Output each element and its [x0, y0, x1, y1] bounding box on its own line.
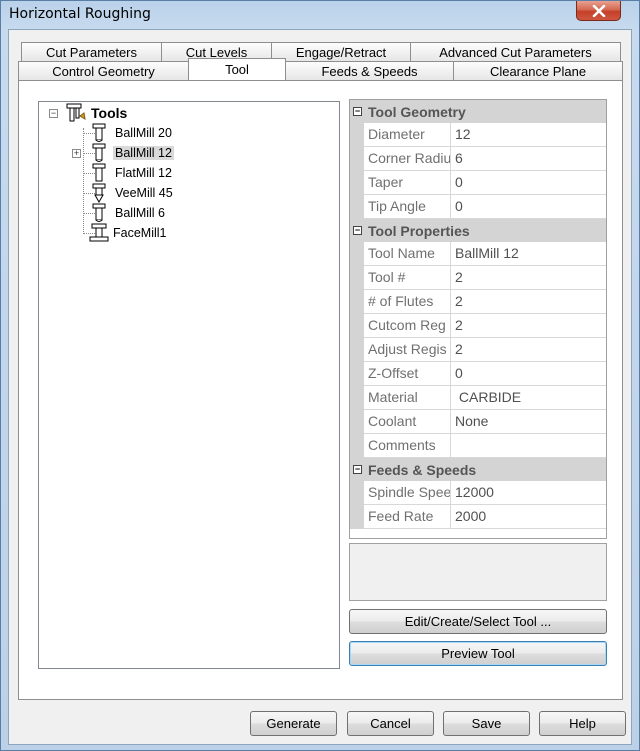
collapse-icon[interactable]: −	[49, 109, 58, 118]
save-button[interactable]: Save	[443, 711, 530, 736]
tree-item-label: FlatMill 12	[115, 166, 172, 180]
tool-tree[interactable]: − Tools BallMill 20 + BallMill 12 FlatMi…	[38, 101, 340, 669]
property-row[interactable]: Taper 0	[350, 171, 606, 195]
vee-mill-icon	[92, 183, 106, 203]
property-row[interactable]: Tip Angle 0	[350, 195, 606, 219]
property-row[interactable]: Spindle Speed 12000	[350, 481, 606, 505]
edit-create-select-tool-button[interactable]: Edit/Create/Select Tool ...	[349, 609, 607, 634]
property-grid[interactable]: − Tool Geometry Diameter 12 Corner Radius…	[349, 99, 607, 539]
tree-root-label: Tools	[91, 105, 128, 121]
property-row[interactable]: Tool #2	[350, 266, 606, 290]
category-tool-properties[interactable]: − Tool Properties	[350, 219, 606, 242]
tab-feeds-speeds[interactable]: Feeds & Speeds	[285, 61, 454, 80]
property-row[interactable]: Feed Rate 2000	[350, 505, 606, 529]
tree-item-label: FaceMill1	[113, 226, 167, 240]
tree-item-facemill1[interactable]: FaceMill1	[89, 223, 169, 243]
tree-item-ballmill-20[interactable]: BallMill 20	[91, 123, 174, 143]
close-button[interactable]	[576, 1, 621, 21]
tab-engage-retract[interactable]: Engage/Retract	[271, 42, 411, 61]
ball-mill-icon	[92, 123, 106, 142]
property-row[interactable]: Coolant None	[350, 410, 606, 434]
category-tool-geometry[interactable]: − Tool Geometry	[350, 100, 606, 123]
tree-item-ballmill-12[interactable]: BallMill 12	[91, 143, 174, 163]
property-row[interactable]: Diameter 12	[350, 123, 606, 147]
tree-root-tools[interactable]: Tools	[65, 103, 127, 123]
property-row[interactable]: Cutcom Reg 2	[350, 314, 606, 338]
tree-item-label: BallMill 20	[115, 126, 172, 140]
flat-mill-icon	[92, 163, 106, 182]
collapse-icon[interactable]: −	[353, 465, 362, 474]
property-row[interactable]: Adjust Regis 2	[350, 338, 606, 362]
property-row[interactable]: Material CARBIDE	[350, 386, 606, 410]
help-button[interactable]: Help	[539, 711, 626, 736]
ball-mill-icon	[92, 203, 106, 222]
window-title: Horizontal Roughing	[9, 6, 151, 22]
category-feeds-speeds[interactable]: − Feeds & Speeds	[350, 458, 606, 481]
close-icon	[592, 4, 605, 17]
collapse-icon[interactable]: −	[353, 226, 362, 235]
face-mill-icon	[89, 223, 109, 242]
tab-advanced-cut-parameters[interactable]: Advanced Cut Parameters	[410, 42, 621, 61]
title-bar[interactable]: Horizontal Roughing	[1, 1, 639, 29]
collapse-icon[interactable]: −	[353, 107, 362, 116]
tab-cut-parameters[interactable]: Cut Parameters	[21, 42, 162, 61]
property-row[interactable]: Tool Name BallMill 12	[350, 242, 606, 266]
tab-tool[interactable]: Tool	[188, 58, 286, 80]
tab-clearance-plane[interactable]: Clearance Plane	[453, 61, 623, 80]
tree-item-veemill-45[interactable]: VeeMill 45	[91, 183, 175, 203]
cancel-button[interactable]: Cancel	[347, 711, 434, 736]
ball-mill-icon	[92, 143, 106, 162]
preview-tool-button[interactable]: Preview Tool	[349, 641, 607, 666]
tree-item-flatmill-12[interactable]: FlatMill 12	[91, 163, 174, 183]
tool-tab-panel: − Tools BallMill 20 + BallMill 12 FlatMi…	[18, 80, 623, 700]
tree-item-label: BallMill 6	[115, 206, 166, 220]
tree-item-label: BallMill 12	[113, 146, 174, 160]
property-description	[349, 543, 607, 601]
dialog-client-area: Cut Parameters Cut Levels Engage/Retract…	[8, 29, 632, 745]
tool-library-icon	[66, 103, 86, 122]
tree-item-ballmill-6[interactable]: BallMill 6	[91, 203, 167, 223]
property-row[interactable]: Comments	[350, 434, 606, 458]
tree-item-label: VeeMill 45	[115, 186, 173, 200]
property-row[interactable]: Z-Offset 0	[350, 362, 606, 386]
tab-control-geometry[interactable]: Control Geometry	[18, 61, 189, 80]
expand-icon[interactable]: +	[72, 149, 81, 158]
property-row[interactable]: # of Flutes 2	[350, 290, 606, 314]
dialog-window: Horizontal Roughing Cut Parameters Cut L…	[0, 0, 640, 751]
generate-button[interactable]: Generate	[250, 711, 337, 736]
property-row[interactable]: Corner Radius 6	[350, 147, 606, 171]
